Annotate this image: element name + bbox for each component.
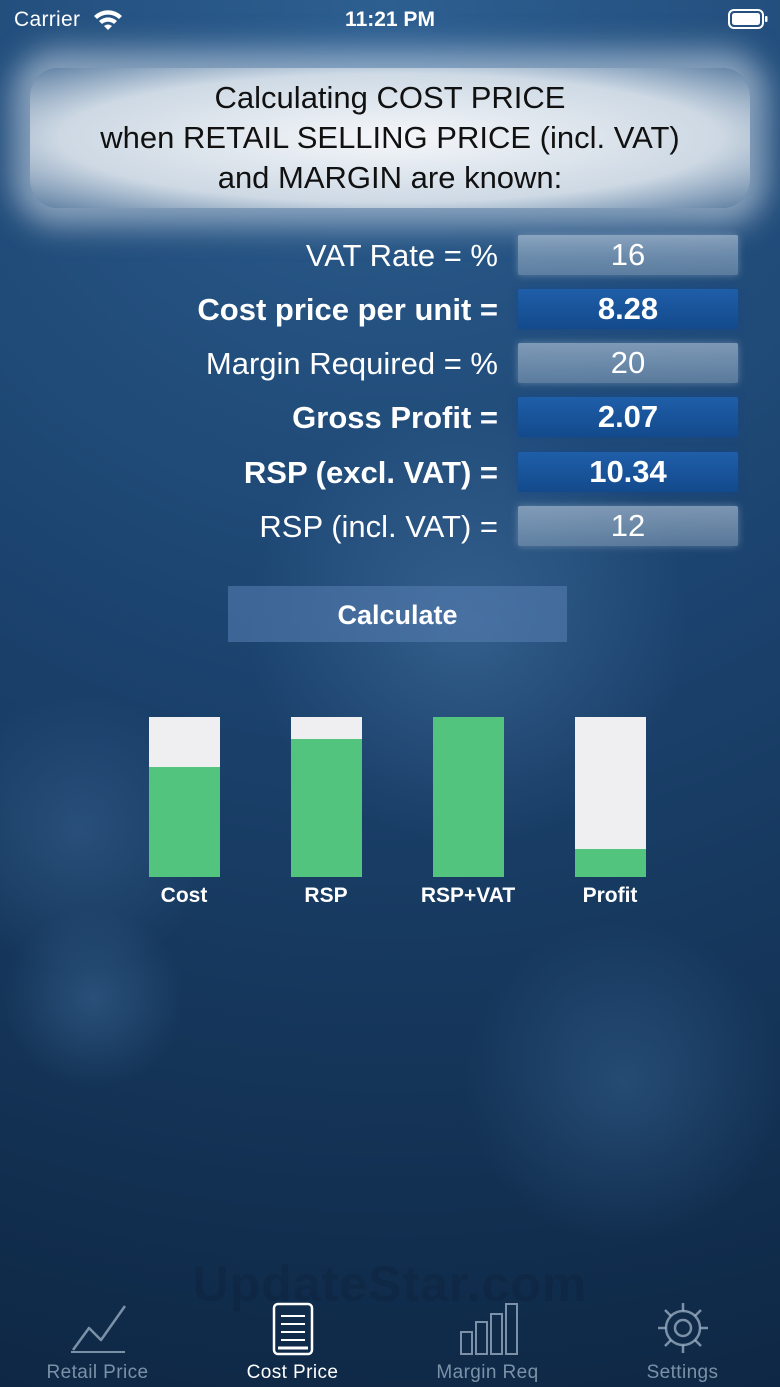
tab-retail-price[interactable]: Retail Price — [0, 1290, 195, 1387]
cost-price-output: 8.28 — [518, 289, 738, 329]
margin-label: Margin Required = % — [205, 346, 498, 381]
vat-rate-row: VAT Rate = % 16 — [0, 235, 780, 277]
margin-input[interactable]: 20 — [518, 343, 738, 383]
tab-cost-price[interactable]: Cost Price — [195, 1290, 390, 1387]
tab-label-retail-price: Retail Price — [46, 1362, 149, 1383]
rsp-excl-output: 10.34 — [518, 452, 738, 492]
bar-track-profit — [575, 717, 646, 877]
rsp-incl-label: RSP (incl. VAT) = — [259, 509, 498, 544]
bar-track-rsp — [291, 717, 362, 877]
bar-chart-icon — [460, 1303, 518, 1355]
margin-row: Margin Required = % 20 — [0, 343, 780, 385]
gross-profit-output: 2.07 — [518, 397, 738, 437]
cost-price-row: Cost price per unit = 8.28 — [0, 289, 780, 331]
battery-icon — [728, 9, 768, 29]
tab-margin-req[interactable]: Margin Req — [390, 1290, 585, 1387]
rsp-excl-row: RSP (excl. VAT) = 10.34 — [0, 452, 780, 494]
cost-price-label: Cost price per unit = — [197, 292, 498, 327]
bar-cost — [149, 766, 220, 877]
vat-rate-label: VAT Rate = % — [305, 238, 498, 273]
title-line-2: when RETAIL SELLING PRICE (incl. VAT) — [100, 120, 680, 155]
rsp-incl-row: RSP (incl. VAT) = 12 — [0, 506, 780, 548]
vat-rate-input[interactable]: 16 — [518, 235, 738, 275]
gear-icon — [658, 1303, 708, 1353]
bar-label-rsp-vat: RSP+VAT — [420, 884, 516, 907]
tab-label-cost-price: Cost Price — [246, 1362, 339, 1383]
calculate-button[interactable]: Calculate — [228, 586, 567, 642]
bar-label-rsp: RSP — [304, 884, 348, 907]
clock: 11:21 PM — [345, 8, 435, 31]
bar-label-profit: Profit — [582, 884, 638, 907]
bar-rsp — [291, 739, 362, 877]
tab-label-settings: Settings — [646, 1362, 719, 1383]
tab-settings[interactable]: Settings — [585, 1290, 780, 1387]
bar-profit — [575, 849, 646, 877]
bar-track-rsp-vat — [433, 717, 504, 877]
gross-profit-row: Gross Profit = 2.07 — [0, 397, 780, 439]
tab-label-margin-req: Margin Req — [436, 1362, 539, 1383]
rsp-incl-input[interactable]: 12 — [518, 506, 738, 546]
rsp-excl-label: RSP (excl. VAT) = — [243, 455, 498, 490]
gross-profit-label: Gross Profit = — [292, 400, 498, 435]
bar-rsp-vat — [433, 717, 504, 877]
tab-bar: Retail Price Cost Price Margin Req Setti… — [0, 1290, 780, 1387]
title-line-1: Calculating COST PRICE — [214, 80, 566, 115]
page-title: Calculating COST PRICE when RETAIL SELLI… — [30, 78, 750, 198]
document-icon — [272, 1302, 314, 1356]
bar-label-cost: Cost — [160, 884, 208, 907]
bar-track-cost — [149, 717, 220, 877]
status-bar: Carrier 11:21 PM — [0, 0, 780, 40]
title-line-3: and MARGIN are known: — [217, 160, 563, 195]
line-chart-icon — [71, 1305, 127, 1353]
